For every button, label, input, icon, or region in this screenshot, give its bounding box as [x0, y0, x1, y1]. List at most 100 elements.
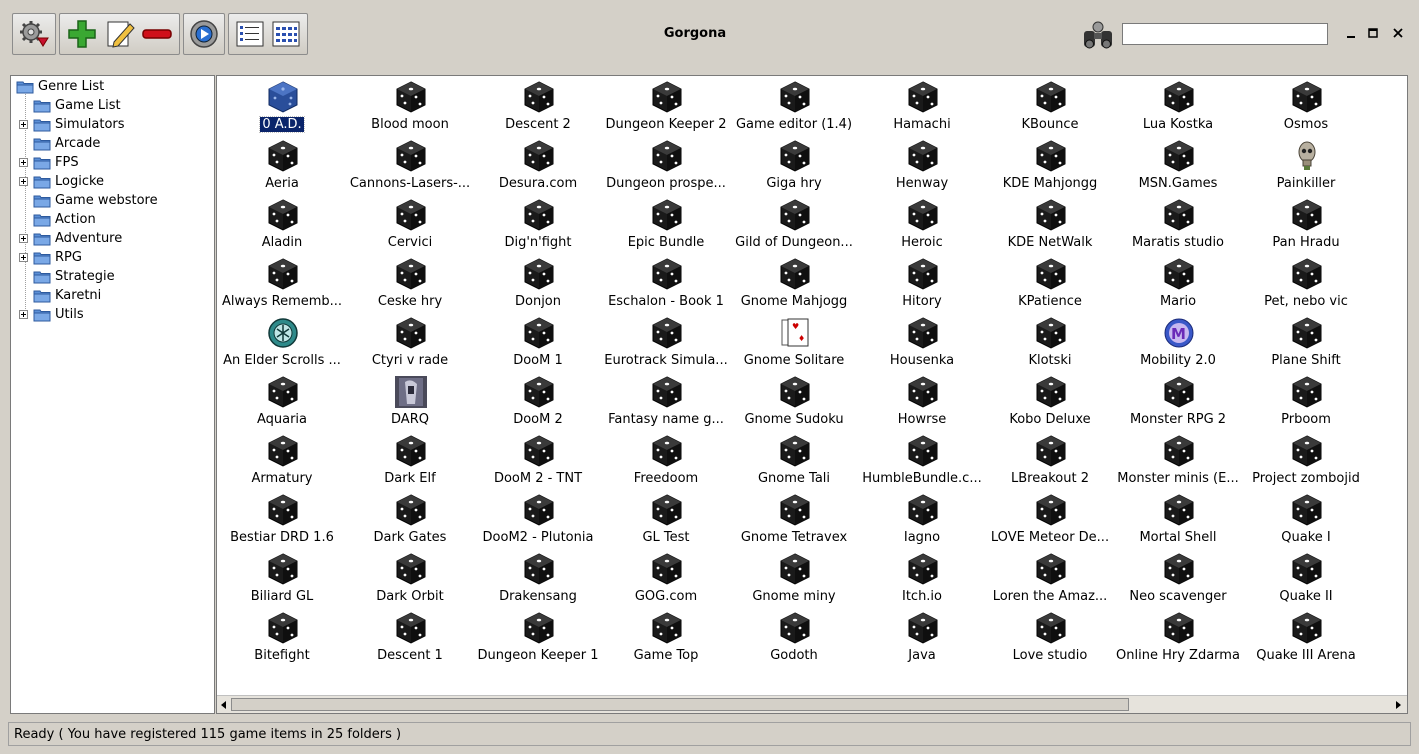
- game-item[interactable]: Eurotrack Simula...: [602, 313, 730, 372]
- game-item[interactable]: Ctyri v rade: [346, 313, 474, 372]
- game-item[interactable]: Gild of Dungeon...: [730, 195, 858, 254]
- search-button[interactable]: [1081, 19, 1115, 51]
- game-item[interactable]: Java: [858, 608, 986, 667]
- game-item[interactable]: Aquaria: [218, 372, 346, 431]
- game-item[interactable]: Descent 1: [346, 608, 474, 667]
- tree-item-fps[interactable]: FPS: [19, 153, 79, 172]
- game-item[interactable]: Drakensang: [474, 549, 602, 608]
- game-item[interactable]: Godoth: [730, 608, 858, 667]
- game-item[interactable]: Freedoom: [602, 431, 730, 490]
- game-item[interactable]: Online Hry Zdarma: [1114, 608, 1242, 667]
- game-item[interactable]: Fantasy name g...: [602, 372, 730, 431]
- game-item[interactable]: Descent 2: [474, 77, 602, 136]
- game-item[interactable]: Dark Orbit: [346, 549, 474, 608]
- game-item[interactable]: Quake II: [1242, 549, 1370, 608]
- game-item[interactable]: GOG.com: [602, 549, 730, 608]
- game-item[interactable]: Dark Gates: [346, 490, 474, 549]
- expand-toggle[interactable]: [19, 253, 28, 262]
- game-item[interactable]: Blood moon: [346, 77, 474, 136]
- game-item[interactable]: Dungeon prospe...: [602, 136, 730, 195]
- scroll-thumb[interactable]: [231, 698, 1129, 711]
- game-item[interactable]: Quake III Arena: [1242, 608, 1370, 667]
- tree-item-action[interactable]: Action: [33, 210, 96, 229]
- game-item[interactable]: ♥ ♦ Gnome Solitare: [730, 313, 858, 372]
- game-item[interactable]: Pet, nebo vic: [1242, 254, 1370, 313]
- game-item[interactable]: Monster RPG 2: [1114, 372, 1242, 431]
- game-item[interactable]: DARQ: [346, 372, 474, 431]
- game-item[interactable]: Dig'n'fight: [474, 195, 602, 254]
- game-item[interactable]: LBreakout 2: [986, 431, 1114, 490]
- tree-item-karetni[interactable]: Karetni: [33, 286, 101, 305]
- game-item[interactable]: Love studio: [986, 608, 1114, 667]
- game-item[interactable]: Heroic: [858, 195, 986, 254]
- scroll-left-button[interactable]: [218, 698, 230, 711]
- game-item[interactable]: LOVE Meteor De...: [986, 490, 1114, 549]
- game-item[interactable]: Gnome Sudoku: [730, 372, 858, 431]
- game-item[interactable]: Game editor (1.4): [730, 77, 858, 136]
- game-item[interactable]: DooM 1: [474, 313, 602, 372]
- game-item[interactable]: KBounce: [986, 77, 1114, 136]
- expand-toggle[interactable]: [19, 177, 28, 186]
- game-item[interactable]: Hitory: [858, 254, 986, 313]
- game-item[interactable]: M Mobility 2.0: [1114, 313, 1242, 372]
- game-item[interactable]: 0 A.D.: [218, 77, 346, 136]
- game-item[interactable]: Loren the Amaz...: [986, 549, 1114, 608]
- search-input[interactable]: [1122, 23, 1328, 45]
- scroll-right-button[interactable]: [1392, 698, 1404, 711]
- game-item[interactable]: Osmos: [1242, 77, 1370, 136]
- game-item[interactable]: Gnome Mahjogg: [730, 254, 858, 313]
- game-item[interactable]: Painkiller: [1242, 136, 1370, 195]
- game-item[interactable]: Quake I: [1242, 490, 1370, 549]
- expand-toggle[interactable]: [19, 234, 28, 243]
- game-item[interactable]: Giga hry: [730, 136, 858, 195]
- minimize-button[interactable]: [1342, 24, 1360, 42]
- expand-toggle[interactable]: [19, 310, 28, 319]
- game-item[interactable]: KPatience: [986, 254, 1114, 313]
- game-item[interactable]: Neo scavenger: [1114, 549, 1242, 608]
- game-item[interactable]: Bestiar DRD 1.6: [218, 490, 346, 549]
- game-item[interactable]: Mario: [1114, 254, 1242, 313]
- game-item[interactable]: An Elder Scrolls ...: [218, 313, 346, 372]
- game-item[interactable]: Donjon: [474, 254, 602, 313]
- tree-item-utils[interactable]: Utils: [19, 305, 84, 324]
- game-item[interactable]: Desura.com: [474, 136, 602, 195]
- game-item[interactable]: Housenka: [858, 313, 986, 372]
- game-item[interactable]: Sp: [1370, 372, 1407, 431]
- game-item[interactable]: DooM2 - Plutonia: [474, 490, 602, 549]
- expand-toggle[interactable]: [19, 120, 28, 129]
- tree-item-arcade[interactable]: Arcade: [33, 134, 100, 153]
- game-item[interactable]: Itch.io: [858, 549, 986, 608]
- game-item[interactable]: Plane Shift: [1242, 313, 1370, 372]
- game-item[interactable]: Pan Hradu: [1242, 195, 1370, 254]
- game-item[interactable]: Gnome Tali: [730, 431, 858, 490]
- game-item[interactable]: HumbleBundle.c...: [858, 431, 986, 490]
- game-item[interactable]: St: [1370, 431, 1407, 490]
- game-item[interactable]: Qu: [1370, 77, 1407, 136]
- game-item[interactable]: Project zombojid: [1242, 431, 1370, 490]
- game-item[interactable]: Prboom: [1242, 372, 1370, 431]
- game-item[interactable]: Aeria: [218, 136, 346, 195]
- game-item[interactable]: Cannons-Lasers-...: [346, 136, 474, 195]
- tree-item-simulators[interactable]: Simulators: [19, 115, 125, 134]
- tree-item-logicke[interactable]: Logicke: [19, 172, 104, 191]
- game-item[interactable]: KDE Mahjongg: [986, 136, 1114, 195]
- game-item[interactable]: Dungeon Keeper 1: [474, 608, 602, 667]
- game-item[interactable]: Hamachi: [858, 77, 986, 136]
- game-item[interactable]: Gnome Tetravex: [730, 490, 858, 549]
- game-item[interactable]: Henway: [858, 136, 986, 195]
- game-item[interactable]: Epic Bundle: [602, 195, 730, 254]
- game-item[interactable]: Iagno: [858, 490, 986, 549]
- game-item[interactable]: Aladin: [218, 195, 346, 254]
- game-item[interactable]: DooM 2 - TNT: [474, 431, 602, 490]
- horizontal-scrollbar[interactable]: [217, 695, 1407, 713]
- game-item[interactable]: Dark Elf: [346, 431, 474, 490]
- game-item[interactable]: DooM 2: [474, 372, 602, 431]
- game-item[interactable]: Biliard GL: [218, 549, 346, 608]
- tree-item-adventure[interactable]: Adventure: [19, 229, 122, 248]
- game-item[interactable]: Howrse: [858, 372, 986, 431]
- game-item[interactable]: Always Rememb...: [218, 254, 346, 313]
- game-item[interactable]: Game Top: [602, 608, 730, 667]
- game-item[interactable]: Kobo Deluxe: [986, 372, 1114, 431]
- game-item[interactable]: Sach: [1370, 254, 1407, 313]
- tree-root-genre-list[interactable]: Genre List: [16, 77, 104, 96]
